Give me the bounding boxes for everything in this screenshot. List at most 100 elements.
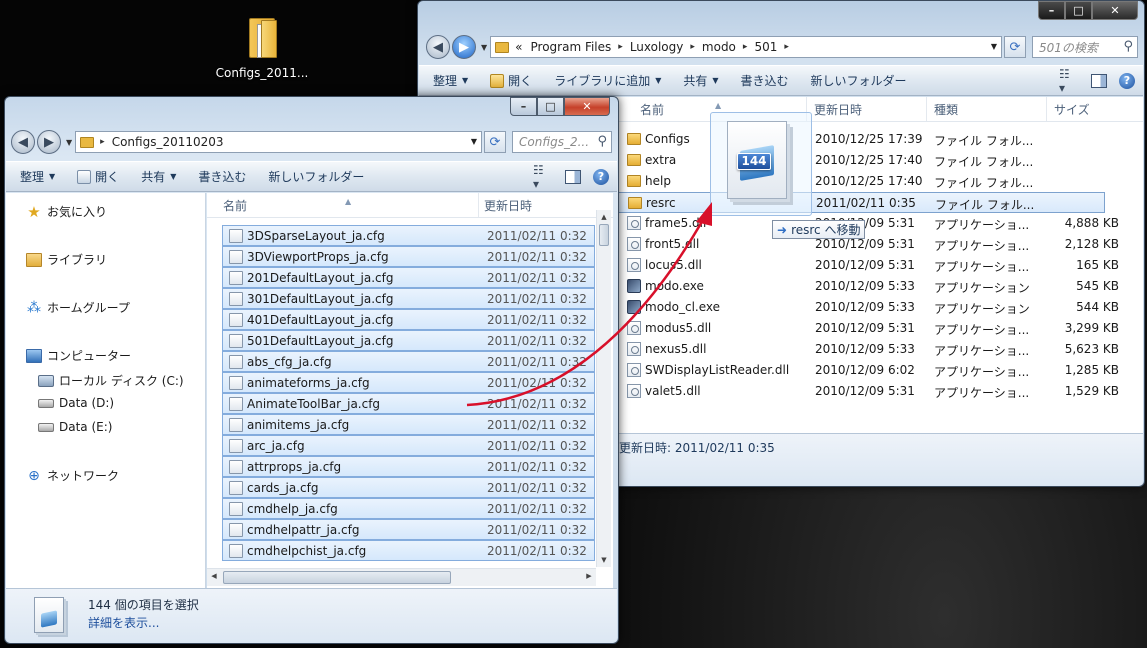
add-to-library-button[interactable]: ライブラリに追加 ▼ [554,72,661,89]
table-row[interactable]: 301DefaultLayout_ja.cfg 2011/02/11 0:32 [222,288,595,309]
address-bar[interactable]: « Program Files ▸ Luxology ▸ modo ▸ 501 … [490,36,1002,58]
table-row[interactable]: cmdhelp_ja.cfg 2011/02/11 0:32 [222,498,595,519]
chevron-right-icon[interactable]: ▸ [690,42,695,52]
scroll-left-icon[interactable]: ◀ [207,569,221,583]
table-row[interactable]: 3DViewportProps_ja.cfg 2011/02/11 0:32 [222,246,595,267]
nav-data-e[interactable]: Data (E:) [38,420,112,434]
organize-button[interactable]: 整理 ▼ [433,72,468,89]
table-row[interactable]: valet5.dll 2010/12/09 5:31 アプリケーショ... 1,529… [615,381,1119,402]
column-name[interactable]: 名前 [223,197,247,214]
column-name[interactable]: 名前 [640,101,664,118]
column-date[interactable]: 更新日時 [814,101,862,118]
cfg-file-icon [229,313,243,327]
column-size[interactable]: サイズ [1054,101,1090,118]
table-row[interactable]: cmdhelpchist_ja.cfg 2011/02/11 0:32 [222,540,595,561]
table-row[interactable]: cmdhelpattr_ja.cfg 2011/02/11 0:32 [222,519,595,540]
maximize-button[interactable]: □ [1065,1,1092,20]
table-row[interactable]: arc_ja.cfg 2011/02/11 0:32 [222,435,595,456]
table-row[interactable]: 201DefaultLayout_ja.cfg 2011/02/11 0:32 [222,267,595,288]
burn-button[interactable]: 書き込む [741,72,789,89]
new-folder-button[interactable]: 新しいフォルダー [811,72,907,89]
organize-button[interactable]: 整理 ▼ [20,168,55,185]
forward-arrow-icon[interactable]: ▶ [37,130,61,154]
breadcrumb-overflow[interactable]: « [515,40,522,54]
chevron-right-icon[interactable]: ▸ [100,137,105,147]
view-options-icon[interactable]: ☷ ▾ [1059,67,1077,95]
table-row[interactable]: attrprops_ja.cfg 2011/02/11 0:32 [222,456,595,477]
minimize-button[interactable]: – [1038,1,1065,20]
desktop-folder-icon[interactable]: Configs_2011... [212,14,312,80]
search-input[interactable]: 501の検索 ⚲ [1032,36,1138,58]
burn-button[interactable]: 書き込む [198,168,246,185]
breadcrumb-501[interactable]: 501 [754,40,777,54]
table-row[interactable]: animitems_ja.cfg 2011/02/11 0:32 [222,414,595,435]
preview-pane-icon[interactable] [565,169,581,184]
column-type[interactable]: 種類 [934,101,958,118]
table-row[interactable]: 3DSparseLayout_ja.cfg 2011/02/11 0:32 [222,225,595,246]
refresh-icon[interactable]: ⟳ [484,131,506,153]
scroll-thumb[interactable] [599,224,609,246]
vertical-scrollbar[interactable]: ▲ ▼ [596,210,611,567]
table-row[interactable]: AnimateToolBar_ja.cfg 2011/02/11 0:32 [222,393,595,414]
table-row[interactable]: extra 2010/12/25 17:40 ファイル フォル... [615,150,1105,171]
chevron-right-icon[interactable]: ▸ [618,42,623,52]
nav-libraries[interactable]: ライブラリ [26,251,107,268]
table-row[interactable]: modus5.dll 2010/12/09 5:31 アプリケーショ... 3,299… [615,318,1119,339]
open-button[interactable]: 開く [77,168,119,185]
chevron-down-icon[interactable]: ▼ [991,42,997,51]
nav-network[interactable]: ⊕ ネットワーク [26,467,119,484]
chevron-down-icon[interactable]: ▼ [471,137,477,146]
nav-local-disk-c[interactable]: ローカル ディスク (C:) [38,372,184,389]
view-options-icon[interactable]: ☷ ▾ [533,163,551,191]
new-folder-button[interactable]: 新しいフォルダー [268,168,364,185]
minimize-button[interactable]: – [510,97,537,116]
breadcrumb-configs[interactable]: Configs_20110203 [112,135,224,149]
table-row[interactable]: help 2010/12/25 17:40 ファイル フォル... [615,171,1105,192]
horizontal-scrollbar[interactable]: ◀ ▶ [207,568,596,586]
table-row[interactable]: 401DefaultLayout_ja.cfg 2011/02/11 0:32 [222,309,595,330]
close-button[interactable]: ✕ [1092,1,1138,20]
help-icon[interactable]: ? [593,168,609,185]
show-details-link[interactable]: 詳細を表示... [88,614,159,631]
maximize-button[interactable]: □ [537,97,564,116]
nav-data-d[interactable]: Data (D:) [38,396,114,410]
search-input[interactable]: Configs_2... ⚲ [512,131,612,153]
nav-homegroup[interactable]: ⁂ ホームグループ [26,299,130,316]
breadcrumb-modo[interactable]: modo [702,40,736,54]
table-row[interactable]: modo.exe 2010/12/09 5:33 アプリケーション 545 KB [615,276,1119,297]
open-button[interactable]: 開く [490,72,532,89]
share-button[interactable]: 共有 ▼ [141,168,176,185]
refresh-icon[interactable]: ⟳ [1004,36,1026,58]
table-row[interactable]: resrc 2011/02/11 0:35 ファイル フォル... [615,192,1105,213]
table-row[interactable]: Configs 2010/12/25 17:39 ファイル フォル... [615,129,1105,150]
close-button[interactable]: ✕ [564,97,610,116]
preview-pane-icon[interactable] [1091,73,1107,88]
column-date[interactable]: 更新日時 [484,197,532,214]
breadcrumb-luxology[interactable]: Luxology [630,40,684,54]
chevron-right-icon[interactable]: ▸ [784,42,789,52]
table-row[interactable]: modo_cl.exe 2010/12/09 5:33 アプリケーション 544 KB [615,297,1119,318]
scroll-thumb[interactable] [223,571,451,584]
table-row[interactable]: SWDisplayListReader.dll 2010/12/09 6:02 アプ… [615,360,1119,381]
scroll-up-icon[interactable]: ▲ [597,210,611,224]
history-dropdown-icon[interactable]: ▼ [481,43,487,52]
table-row[interactable]: locus5.dll 2010/12/09 5:31 アプリケーショ... 165 K… [615,255,1119,276]
table-row[interactable]: abs_cfg_ja.cfg 2011/02/11 0:32 [222,351,595,372]
scroll-right-icon[interactable]: ▶ [582,569,596,583]
table-row[interactable]: animateforms_ja.cfg 2011/02/11 0:32 [222,372,595,393]
forward-arrow-icon[interactable]: ▶ [452,35,476,59]
back-arrow-icon[interactable]: ◀ [11,130,35,154]
table-row[interactable]: cards_ja.cfg 2011/02/11 0:32 [222,477,595,498]
chevron-right-icon[interactable]: ▸ [743,42,748,52]
history-dropdown-icon[interactable]: ▼ [66,138,72,147]
breadcrumb-program-files[interactable]: Program Files [531,40,612,54]
nav-computer[interactable]: コンピューター [26,347,131,364]
share-button[interactable]: 共有 ▼ [683,72,718,89]
address-bar[interactable]: ▸ Configs_20110203 ▼ [75,131,482,153]
nav-favorites[interactable]: ★ お気に入り [26,203,107,220]
help-icon[interactable]: ? [1119,72,1135,89]
scroll-down-icon[interactable]: ▼ [597,553,611,567]
table-row[interactable]: 501DefaultLayout_ja.cfg 2011/02/11 0:32 [222,330,595,351]
table-row[interactable]: nexus5.dll 2010/12/09 5:33 アプリケーショ... 5,623… [615,339,1119,360]
back-arrow-icon[interactable]: ◀ [426,35,450,59]
